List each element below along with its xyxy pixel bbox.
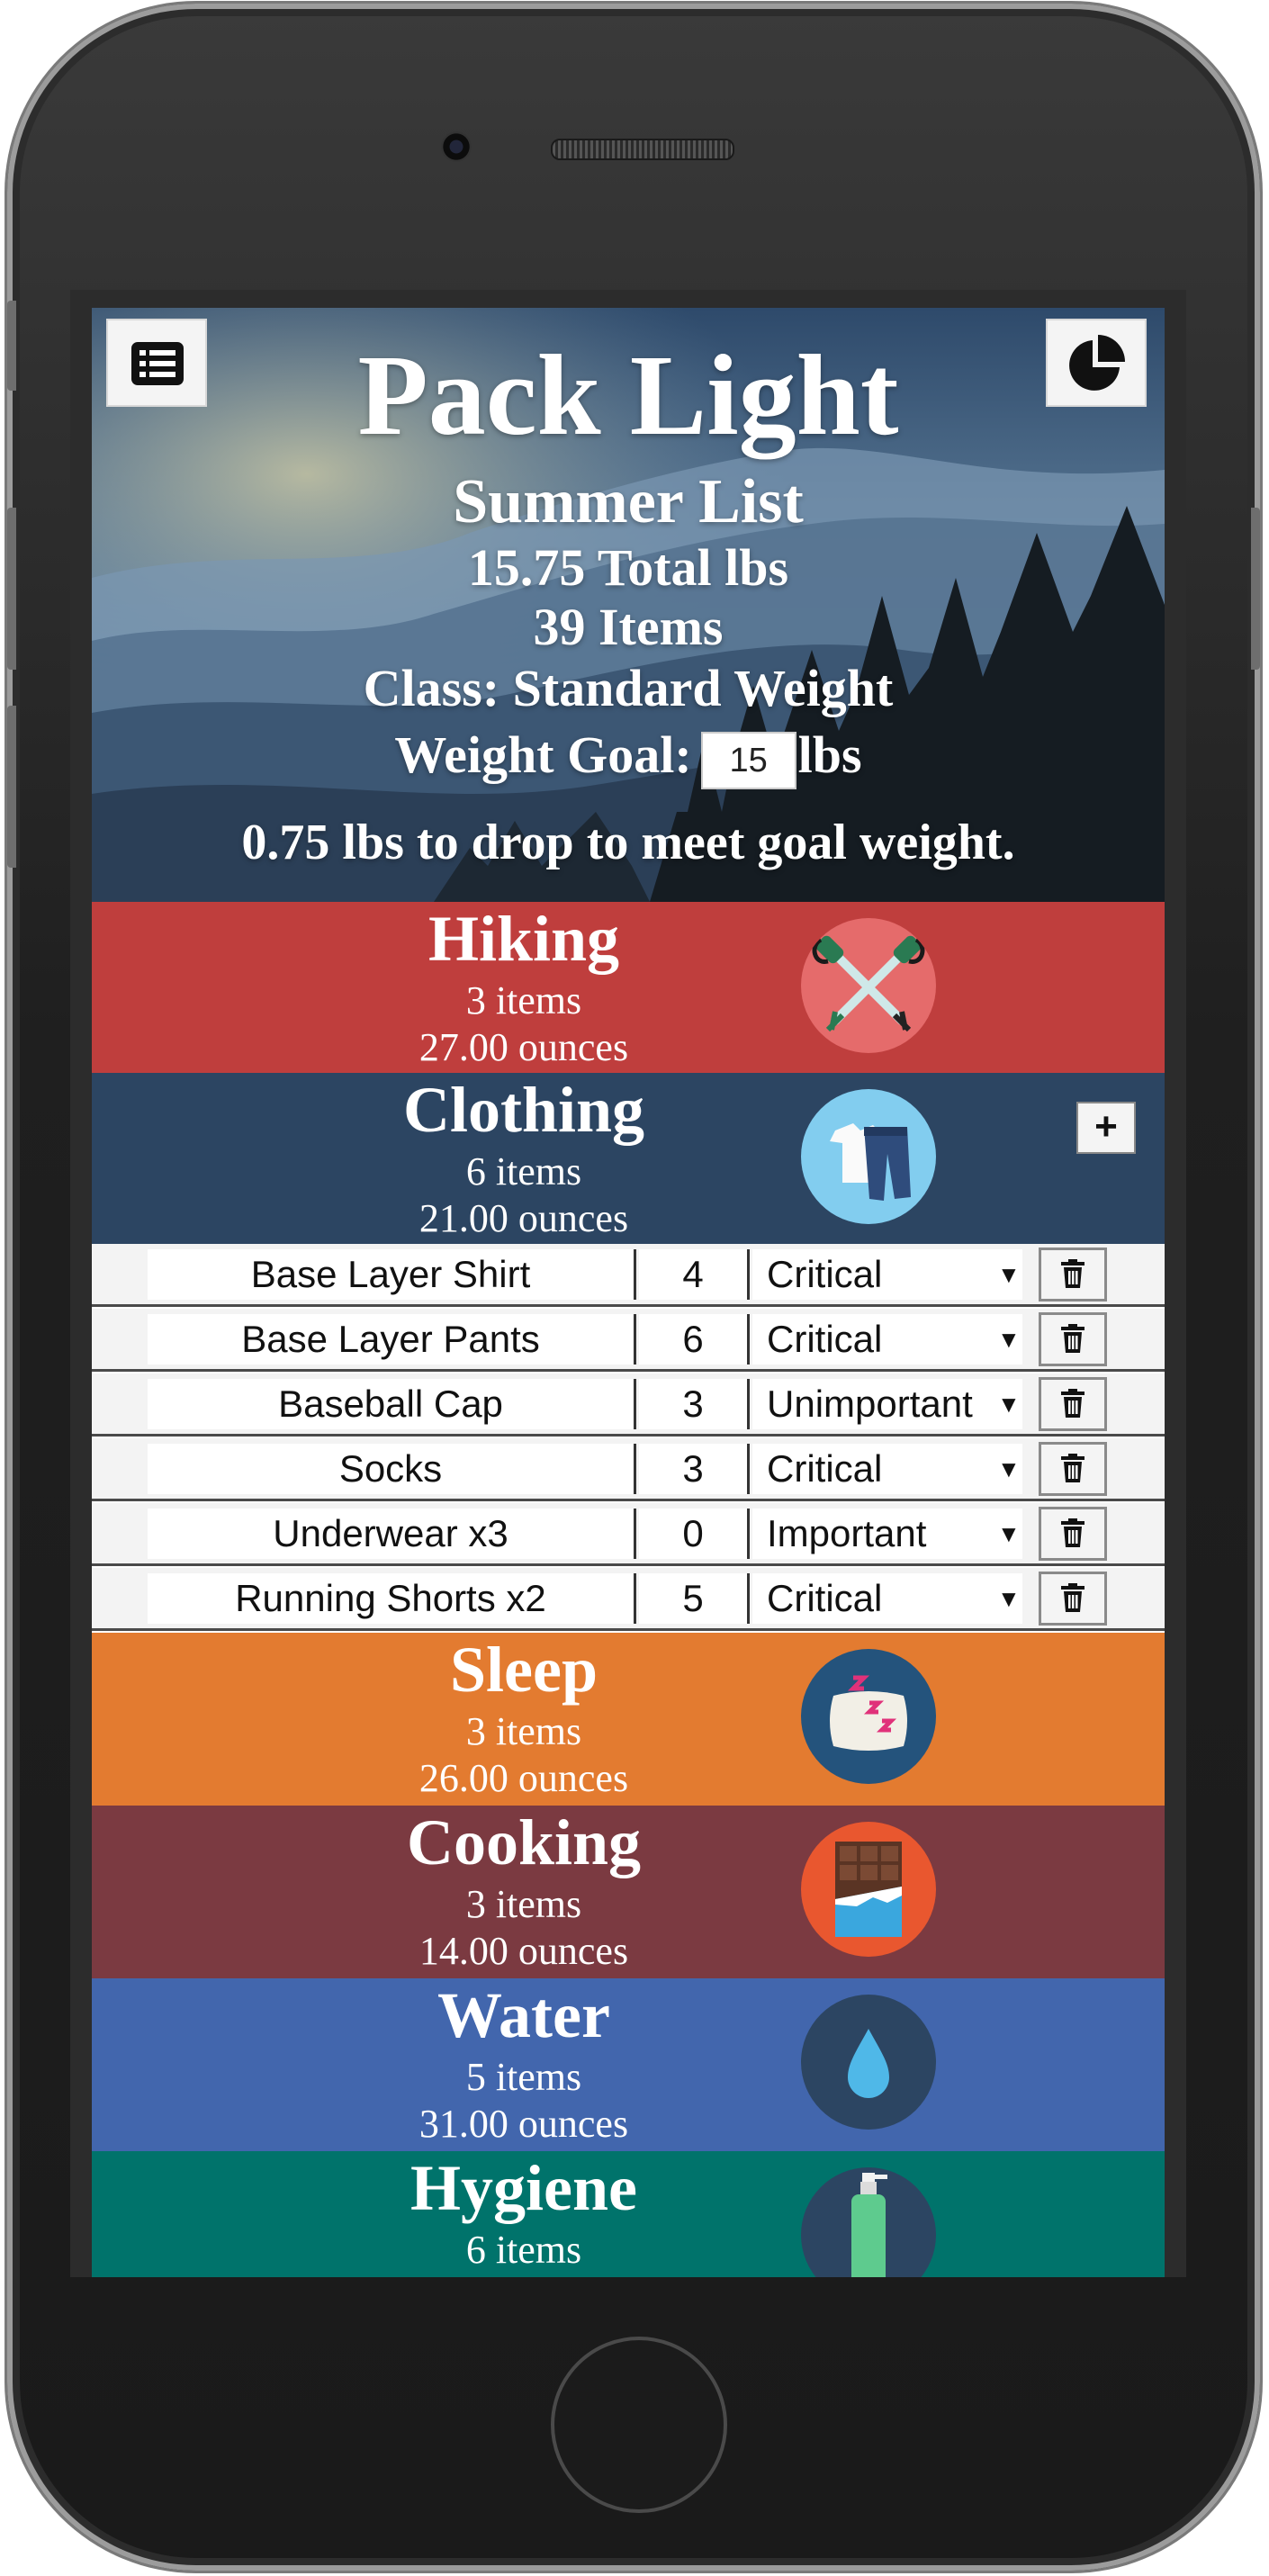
soap-bottle-icon (801, 2167, 936, 2277)
category-water[interactable]: Water 5 items 31.00 ounces (92, 1978, 1165, 2151)
dropdown-arrow-icon: ▼ (997, 1391, 1021, 1418)
water-drop-icon (801, 1995, 936, 2130)
delete-item-button[interactable] (1039, 1572, 1107, 1626)
clothes-icon (801, 1089, 936, 1224)
dropdown-arrow-icon: ▼ (997, 1261, 1021, 1288)
delete-item-button[interactable] (1039, 1247, 1107, 1302)
trash-icon (1061, 1583, 1084, 1612)
delete-item-button[interactable] (1039, 1377, 1107, 1431)
item-weight-field[interactable]: 5 (639, 1573, 750, 1624)
item-row: Underwear x3 0 Important ▼ (92, 1503, 1165, 1566)
item-row: Base Layer Pants 6 Critical ▼ (92, 1309, 1165, 1372)
category-item-count: 6 items (465, 1149, 582, 1193)
item-importance-select[interactable]: Critical (752, 1249, 1022, 1300)
item-importance-select[interactable]: Critical (752, 1314, 1022, 1365)
category-weight: 14.00 ounces (418, 1929, 629, 1973)
trash-icon (1061, 1454, 1084, 1482)
delete-item-button[interactable] (1039, 1507, 1107, 1561)
item-weight-field[interactable]: 3 (639, 1444, 750, 1494)
category-clothing[interactable]: Clothing 6 items 21.00 ounces + (92, 1073, 1165, 1244)
category-item-count: 6 items (465, 2228, 582, 2272)
item-name-field[interactable]: Baseball Cap (148, 1379, 636, 1429)
trash-icon (1061, 1324, 1084, 1353)
dropdown-arrow-icon: ▼ (997, 1585, 1021, 1612)
category-name: Cooking (406, 1806, 642, 1878)
item-count: 39 Items (533, 598, 724, 656)
chocolate-icon (801, 1822, 936, 1957)
item-row: Socks 3 Critical ▼ (92, 1438, 1165, 1501)
mute-switch (7, 301, 16, 391)
home-button[interactable] (551, 2337, 727, 2513)
power-button (1251, 508, 1260, 670)
trekking-poles-icon (801, 918, 936, 1053)
dropdown-arrow-icon: ▼ (997, 1455, 1021, 1482)
weight-goal-row: Weight Goal: 15 lbs (92, 724, 1165, 789)
category-weight: 31.00 ounces (418, 2102, 629, 2146)
category-weight: 26.00 ounces (418, 1756, 629, 1800)
add-item-button[interactable]: + (1076, 1102, 1136, 1154)
item-name-field[interactable]: Socks (148, 1444, 636, 1494)
category-weight: 21.00 ounces (418, 1196, 629, 1240)
total-weight: 15.75 Total lbs (467, 538, 789, 597)
category-name: Clothing (402, 1074, 645, 1146)
category-item-count: 3 items (465, 1882, 582, 1926)
item-row: Baseball Cap 3 Unimportant ▼ (92, 1374, 1165, 1437)
category-name: Water (437, 1979, 610, 2051)
dropdown-arrow-icon: ▼ (997, 1520, 1021, 1547)
item-weight-field[interactable]: 0 (639, 1509, 750, 1559)
item-name-field[interactable]: Base Layer Shirt (148, 1249, 636, 1300)
item-row: Running Shorts x2 5 Critical ▼ (92, 1568, 1165, 1631)
volume-up-button (7, 508, 16, 670)
item-name-field[interactable]: Base Layer Pants (148, 1314, 636, 1365)
item-importance-select[interactable]: Important (752, 1509, 1022, 1559)
weight-goal-label: Weight Goal: (394, 725, 692, 784)
app-content: Pack Light Summer List 15.75 Total lbs 3… (92, 308, 1165, 2277)
trash-icon (1061, 1518, 1084, 1547)
item-name-field[interactable]: Running Shorts x2 (148, 1573, 636, 1624)
weight-class: Class: Standard Weight (363, 659, 894, 717)
category-name: Hiking (428, 903, 620, 975)
item-importance-select[interactable]: Unimportant (752, 1379, 1022, 1429)
category-item-count: 5 items (465, 2055, 582, 2099)
category-cooking[interactable]: Cooking 3 items 14.00 ounces (92, 1806, 1165, 1978)
weight-goal-input[interactable]: 15 (700, 731, 796, 789)
weight-goal-unit: lbs (797, 725, 862, 784)
delete-item-button[interactable] (1039, 1312, 1107, 1366)
category-sleep[interactable]: Sleep 3 items 26.00 ounces (92, 1633, 1165, 1806)
earpiece-speaker (551, 139, 734, 160)
header-banner: Pack Light Summer List 15.75 Total lbs 3… (92, 308, 1165, 902)
item-row: Base Layer Shirt 4 Critical ▼ (92, 1244, 1165, 1307)
category-hygiene[interactable]: Hygiene 6 items (92, 2151, 1165, 2277)
item-weight-field[interactable]: 6 (639, 1314, 750, 1365)
front-camera (441, 131, 472, 162)
trash-icon (1061, 1259, 1084, 1288)
pillow-icon (801, 1649, 936, 1784)
item-importance-select[interactable]: Critical (752, 1573, 1022, 1624)
dropdown-arrow-icon: ▼ (997, 1326, 1021, 1353)
category-weight: 27.00 ounces (418, 1025, 629, 1069)
category-item-count: 3 items (465, 1709, 582, 1753)
category-name: Hygiene (410, 2152, 637, 2224)
item-weight-field[interactable]: 4 (639, 1249, 750, 1300)
drop-message: 0.75 lbs to drop to meet goal weight. (241, 815, 1015, 870)
trash-icon (1061, 1389, 1084, 1418)
item-importance-select[interactable]: Critical (752, 1444, 1022, 1494)
category-item-count: 3 items (465, 978, 582, 1022)
delete-item-button[interactable] (1039, 1442, 1107, 1496)
item-name-field[interactable]: Underwear x3 (148, 1509, 636, 1559)
list-name: Summer List (453, 467, 804, 536)
category-name: Sleep (449, 1634, 598, 1706)
category-hiking[interactable]: Hiking 3 items 27.00 ounces (92, 902, 1165, 1073)
item-weight-field[interactable]: 3 (639, 1379, 750, 1429)
volume-down-button (7, 706, 16, 868)
app-title: Pack Light (357, 331, 899, 459)
phone-screen: Pack Light Summer List 15.75 Total lbs 3… (70, 290, 1186, 2277)
